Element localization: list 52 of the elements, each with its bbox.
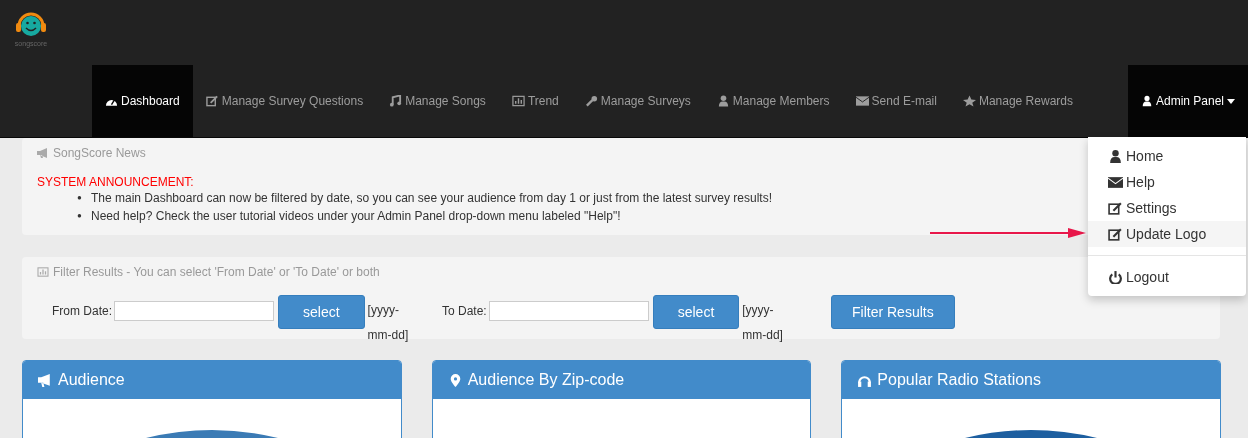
- nav-tab[interactable]: Dashboard: [92, 65, 193, 137]
- announcement-item: The main Dashboard can now be filtered by date, so you can see your audience from day 1 or just from the latest survey results!: [91, 190, 773, 207]
- dropdown-item[interactable]: Help: [1088, 169, 1246, 195]
- select-button[interactable]: select: [278, 295, 365, 329]
- date-format-hint: [yyyy-mm-dd]: [742, 302, 784, 344]
- dropdown-item[interactable]: Logout: [1088, 264, 1246, 290]
- announcement-heading: SYSTEM ANNOUNCEMENT:: [37, 175, 194, 189]
- filter-results-button[interactable]: Filter Results: [831, 295, 955, 329]
- bullhorn-icon: [38, 373, 53, 387]
- date-label: To Date:: [442, 304, 487, 318]
- date-format-hint: [yyyy-mm-dd]: [367, 302, 410, 344]
- bar-chart-icon: [37, 267, 49, 277]
- user-icon: [716, 95, 730, 107]
- select-button[interactable]: select: [652, 295, 740, 329]
- edit-icon: [1108, 227, 1123, 241]
- chart-icon: [511, 95, 525, 107]
- date-input[interactable]: [114, 301, 274, 321]
- nav-tab[interactable]: Send E-mail: [842, 65, 950, 137]
- date-label: From Date:: [52, 304, 112, 318]
- star-icon: [962, 95, 976, 107]
- date-input[interactable]: [488, 301, 649, 321]
- headphones-icon: [857, 373, 873, 387]
- bullhorn-icon: [37, 148, 49, 158]
- user-icon: [1108, 149, 1123, 163]
- dropdown-item[interactable]: Settings: [1088, 195, 1246, 221]
- smiley-headphones-logo-icon: [14, 10, 48, 38]
- card-title: Audience: [58, 371, 125, 389]
- caret-icon: [1227, 98, 1235, 104]
- admin-panel-menu[interactable]: Admin Panel: [1127, 65, 1248, 137]
- dropdown-item[interactable]: Update Logo: [1088, 221, 1246, 247]
- dropdown-item[interactable]: Home: [1088, 143, 1246, 169]
- nav-tab[interactable]: Manage Survey Questions: [192, 65, 377, 137]
- panel-title: Filter Results - You can select 'From Date' or 'To Date' or both: [53, 265, 380, 279]
- bullet: ●: [77, 210, 83, 222]
- music-icon: [389, 95, 403, 107]
- nav-tab[interactable]: Manage Surveys: [571, 65, 704, 137]
- edit-icon: [205, 95, 219, 107]
- edit-icon: [1108, 201, 1123, 215]
- bullet: ●: [77, 192, 83, 204]
- wrench-icon: [584, 95, 598, 107]
- mail-icon: [855, 95, 869, 107]
- power-icon: [1108, 270, 1123, 284]
- user-icon: [1140, 95, 1153, 107]
- card-title: Audience By Zip-code: [467, 371, 625, 389]
- announcement-item: Need help? Check the user tutorial videos under your Admin Panel drop-down menu labeled "Help"!: [91, 208, 621, 225]
- nav-tab[interactable]: Manage Songs: [376, 65, 499, 137]
- nav-tab[interactable]: Manage Rewards: [949, 65, 1086, 137]
- nav-tab[interactable]: Trend: [498, 65, 572, 137]
- panel-title: SongScore News: [53, 146, 146, 160]
- mail-icon: [1108, 175, 1123, 189]
- nav-tab[interactable]: Manage Members: [703, 65, 843, 137]
- card-title: Popular Radio Stations: [877, 371, 1041, 389]
